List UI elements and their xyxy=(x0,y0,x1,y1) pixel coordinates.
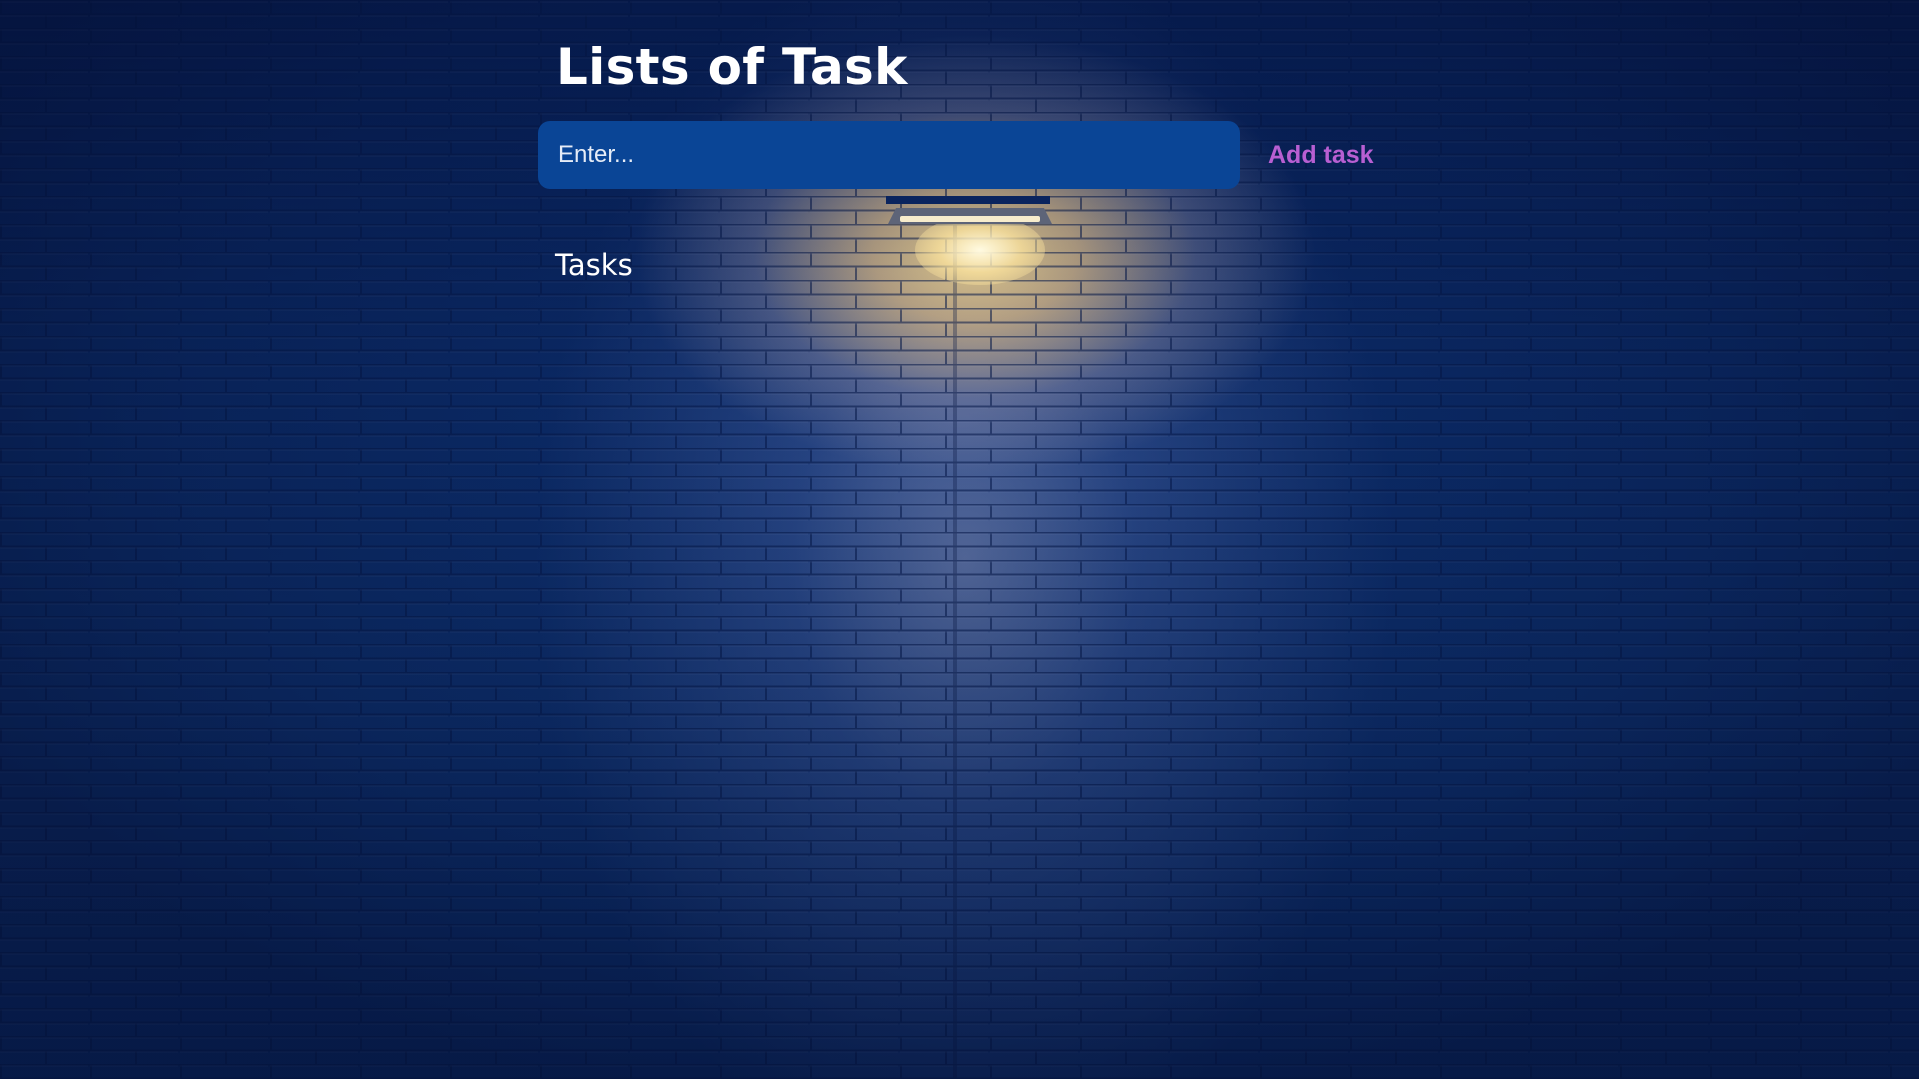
tasks-heading: Tasks xyxy=(555,248,633,282)
page-title: Lists of Task xyxy=(556,38,908,96)
task-input[interactable] xyxy=(538,121,1240,189)
task-app: Lists of Task Add task Tasks xyxy=(0,0,1919,1079)
add-task-button[interactable]: Add task xyxy=(1262,135,1380,175)
